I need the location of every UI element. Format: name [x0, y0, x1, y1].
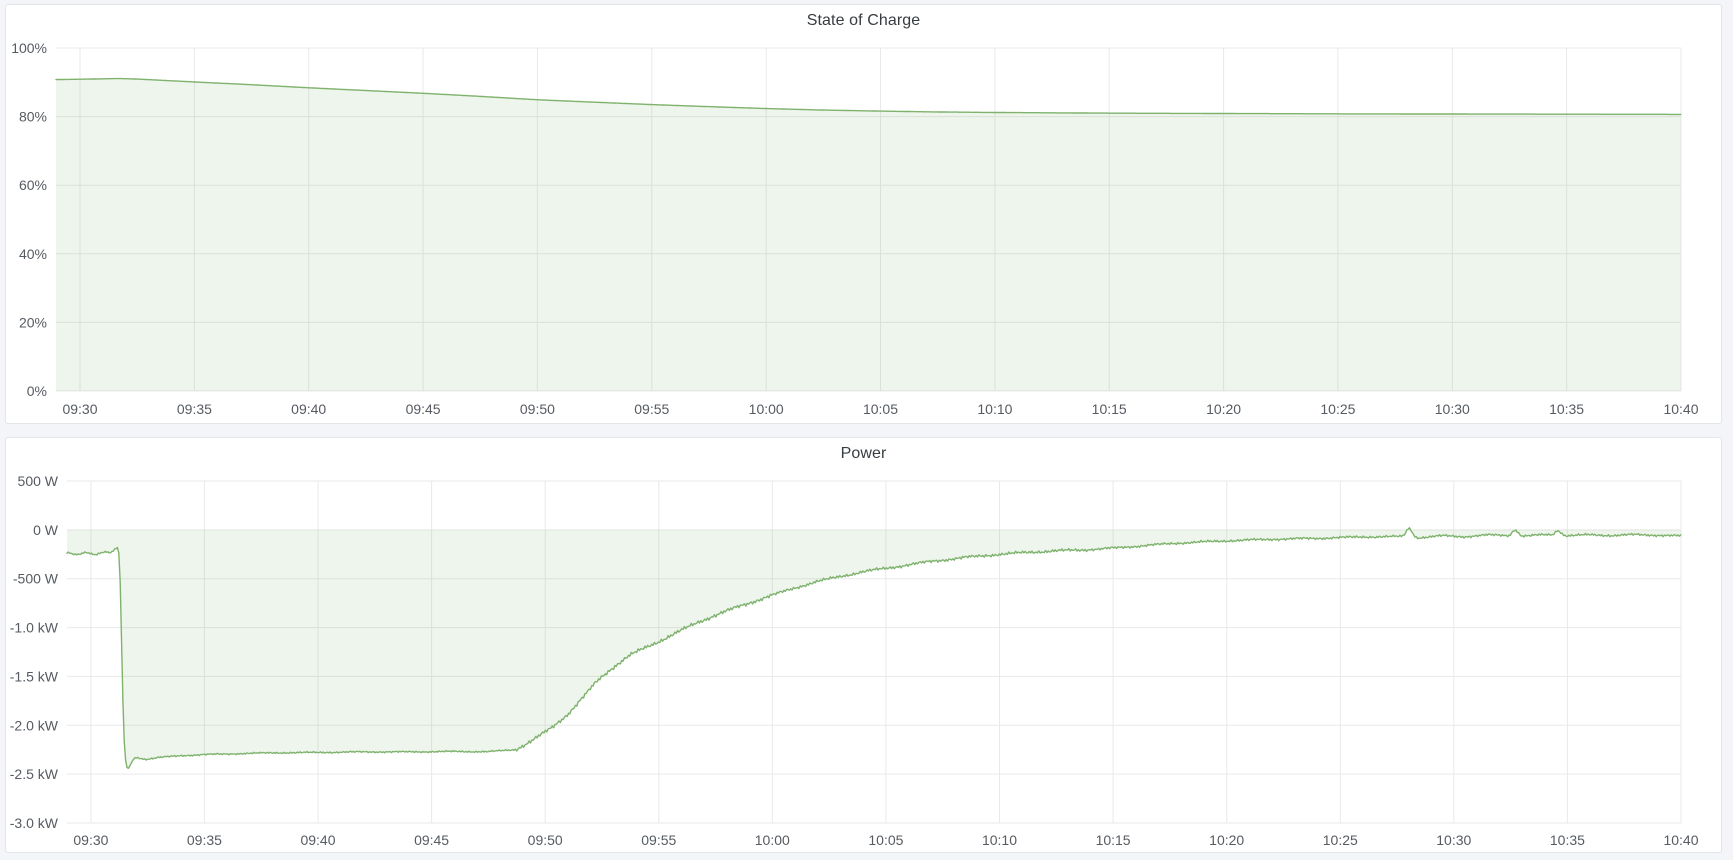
svg-text:0%: 0% — [27, 383, 47, 399]
svg-text:-2.0 kW: -2.0 kW — [10, 717, 59, 733]
svg-text:10:15: 10:15 — [1092, 401, 1127, 417]
svg-text:10:05: 10:05 — [863, 401, 898, 417]
panel-title-power[interactable]: Power — [6, 444, 1721, 464]
svg-text:10:30: 10:30 — [1435, 401, 1470, 417]
svg-text:10:40: 10:40 — [1663, 832, 1698, 848]
svg-text:09:50: 09:50 — [528, 832, 563, 848]
svg-text:-3.0 kW: -3.0 kW — [10, 815, 59, 831]
series-area-fill — [56, 79, 1681, 391]
svg-text:10:15: 10:15 — [1096, 832, 1131, 848]
svg-text:-500 W: -500 W — [13, 571, 59, 587]
svg-text:10:25: 10:25 — [1320, 401, 1355, 417]
svg-text:10:20: 10:20 — [1206, 401, 1241, 417]
svg-text:09:35: 09:35 — [187, 832, 222, 848]
svg-text:09:30: 09:30 — [73, 832, 108, 848]
svg-text:10:10: 10:10 — [982, 832, 1017, 848]
svg-text:09:40: 09:40 — [300, 832, 335, 848]
x-axis-labels: 09:30 09:35 09:40 09:45 09:50 09:55 10:00 10:05… — [73, 832, 1698, 848]
y-axis-labels: 500 W 0 W -500 W -1.0 kW -1.5 kW -2.0 kW -2.5 … — [10, 473, 59, 831]
svg-text:10:20: 10:20 — [1209, 832, 1244, 848]
svg-text:09:30: 09:30 — [62, 401, 97, 417]
svg-text:10:00: 10:00 — [749, 401, 784, 417]
svg-text:09:50: 09:50 — [520, 401, 555, 417]
svg-text:10:40: 10:40 — [1663, 401, 1698, 417]
svg-text:0 W: 0 W — [33, 522, 59, 538]
panel-state-of-charge: State of Charge 100%80%60%40%20%0%09:300… — [5, 4, 1722, 424]
svg-text:-2.5 kW: -2.5 kW — [10, 766, 59, 782]
series-area-fill — [67, 528, 1681, 769]
panel-power: Power 500 W 0 W -500 W -1.0 kW -1.5 kW -2.0 k… — [5, 437, 1722, 853]
svg-text:60%: 60% — [19, 177, 47, 193]
svg-text:10:25: 10:25 — [1323, 832, 1358, 848]
svg-text:100%: 100% — [11, 40, 47, 56]
svg-text:09:35: 09:35 — [177, 401, 212, 417]
state-of-charge-chart[interactable]: 100%80%60%40%20%0%09:3009:3509:4009:4509… — [6, 5, 1720, 423]
x-axis-labels: 09:30 09:35 09:40 09:45 09:50 09:55 10:00 10:05… — [62, 401, 1698, 417]
svg-text:-1.5 kW: -1.5 kW — [10, 668, 59, 684]
svg-text:80%: 80% — [19, 109, 47, 125]
svg-text:10:10: 10:10 — [977, 401, 1012, 417]
svg-text:09:55: 09:55 — [641, 832, 676, 848]
panel-title-state-of-charge[interactable]: State of Charge — [6, 11, 1721, 31]
svg-text:10:30: 10:30 — [1436, 832, 1471, 848]
svg-text:40%: 40% — [19, 246, 47, 262]
y-axis-labels: 100% 80% 60% 40% 20% 0% — [11, 40, 47, 399]
svg-text:20%: 20% — [19, 314, 47, 330]
svg-text:500 W: 500 W — [18, 473, 59, 489]
svg-text:09:40: 09:40 — [291, 401, 326, 417]
svg-text:-1.0 kW: -1.0 kW — [10, 620, 59, 636]
dashboard: State of Charge 100%80%60%40%20%0%09:300… — [0, 0, 1733, 860]
svg-text:09:45: 09:45 — [406, 401, 441, 417]
svg-text:10:00: 10:00 — [755, 832, 790, 848]
svg-text:09:55: 09:55 — [634, 401, 669, 417]
svg-text:09:45: 09:45 — [414, 832, 449, 848]
svg-text:10:35: 10:35 — [1550, 832, 1585, 848]
svg-text:10:35: 10:35 — [1549, 401, 1584, 417]
svg-text:10:05: 10:05 — [868, 832, 903, 848]
power-chart[interactable]: 500 W 0 W -500 W -1.0 kW -1.5 kW -2.0 kW -2.5 … — [6, 438, 1720, 852]
